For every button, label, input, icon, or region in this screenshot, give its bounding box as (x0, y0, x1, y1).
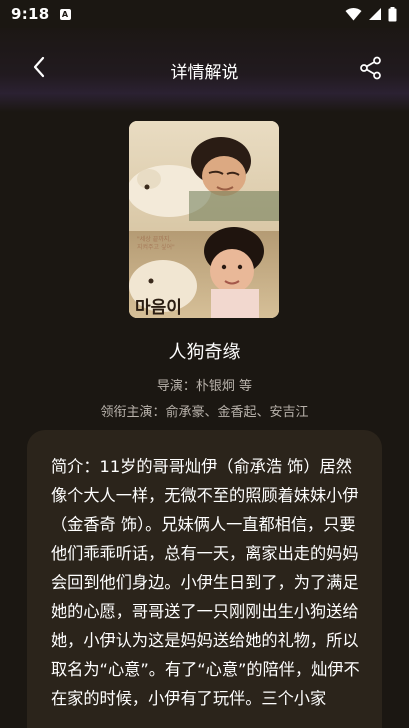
battery-icon (388, 6, 397, 21)
app-notification-icon: A (59, 8, 71, 20)
movie-poster[interactable]: "세상 끝까지, 지켜주고 싶어" 마음이 (129, 121, 279, 318)
poster-image: "세상 끝까지, 지켜주고 싶어" 마음이 (129, 121, 279, 318)
synopsis-text: 简介：11岁的哥哥灿伊（俞承浩 饰）居然像个大人一样，无微不至的照顾着妹妹小伊（… (51, 457, 360, 708)
header: 详情解说 (0, 28, 409, 112)
share-button[interactable] (355, 52, 387, 84)
director-line: 导演：朴银炯 等 (156, 379, 253, 394)
share-icon (360, 56, 381, 80)
status-bar: 9:18 A (0, 0, 409, 28)
poster-title-text: 마음이 (135, 298, 182, 318)
cast-line: 领衔主演：俞承豪、金香起、安吉江 (100, 405, 309, 420)
page-title: 详情解说 (170, 63, 239, 83)
status-time: 9:18 (11, 5, 50, 23)
synopsis-card: 简介：11岁的哥哥灿伊（俞承浩 饰）居然像个大人一样，无微不至的照顾着妹妹小伊（… (27, 430, 382, 728)
movie-title: 人狗奇缘 (168, 342, 241, 363)
signal-icon (369, 8, 381, 20)
detail-page: 9:18 A 详情解说 마음이 人狗奇缘 导演：朴银炯 等 领衔主演：俞承豪、金… (0, 0, 409, 728)
wifi-icon (345, 7, 362, 21)
status-icons (345, 6, 397, 22)
